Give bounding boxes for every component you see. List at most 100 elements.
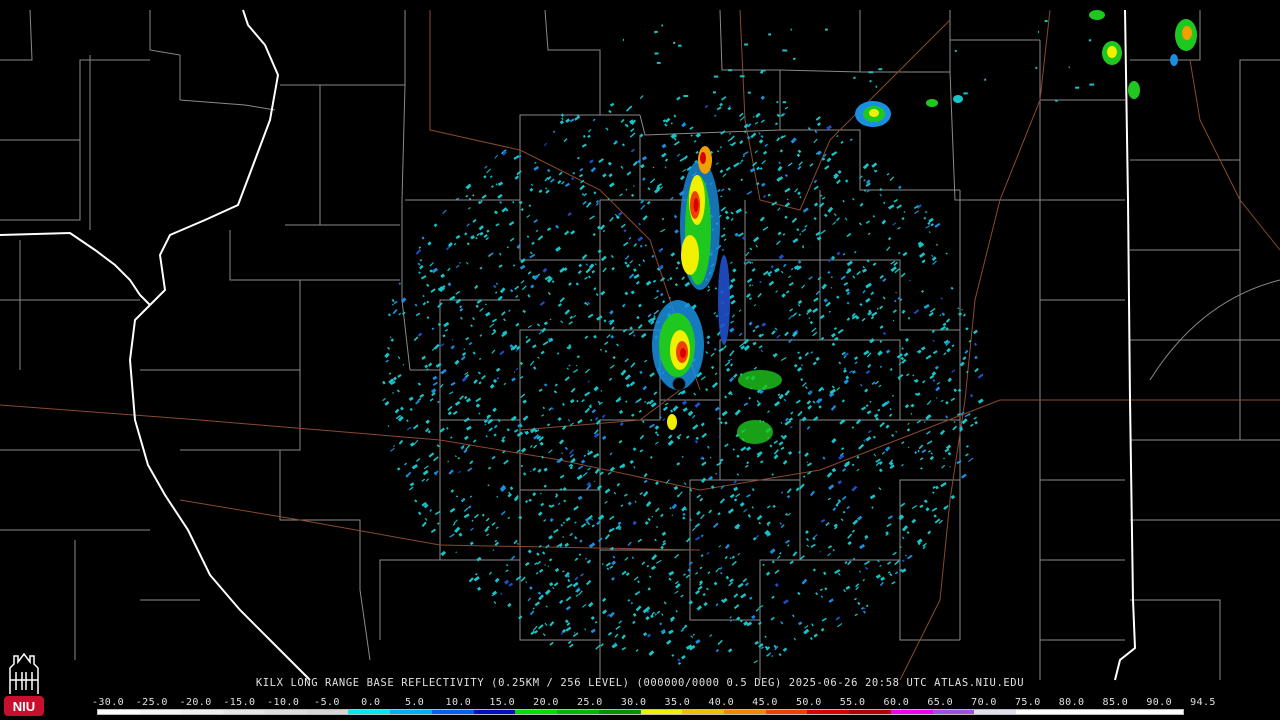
echo-pixel (547, 565, 550, 568)
echo-pixel (465, 336, 470, 341)
echo-pixel (872, 262, 877, 267)
echo-pixel (770, 616, 775, 621)
echo-pixel (561, 181, 565, 185)
echo-pixel (520, 258, 526, 264)
echo-pixel (609, 452, 613, 456)
echo-pixel (475, 304, 479, 308)
echo-pixel (656, 61, 661, 64)
echo-pixel (638, 263, 641, 267)
echo-pixel (530, 284, 535, 289)
echo-pixel (723, 345, 727, 349)
echo-pixel (935, 485, 939, 490)
scale-tick-label: 5.0 (404, 697, 425, 708)
echo-pixel (700, 376, 706, 381)
echo-pixel (654, 613, 657, 616)
echo-pixel (415, 457, 421, 462)
echo-pixel (729, 350, 735, 356)
echo-pixel (569, 118, 575, 123)
scale-tick-label: 30.0 (620, 697, 647, 708)
echo-pixel (669, 276, 673, 281)
echo-pixel (727, 137, 733, 142)
echo-pixel (421, 478, 426, 482)
echo-pixel (581, 143, 587, 148)
echo-pixel (860, 606, 865, 610)
echo-pixel (581, 398, 585, 403)
echo-pixel (690, 635, 694, 639)
echo-pixel (806, 462, 812, 467)
echo-pixel (518, 515, 523, 520)
echo-pixel (463, 348, 466, 350)
echo-pixel (792, 238, 799, 244)
echo-pixel (931, 254, 934, 258)
echo-pixel (513, 539, 518, 545)
echo-pixel (569, 398, 575, 404)
echo-pixel (629, 326, 633, 330)
echo-pixel (940, 482, 947, 488)
echo-pixel (962, 313, 966, 317)
color-bar-segment (181, 710, 224, 714)
echo-pixel (656, 289, 660, 293)
echo-pixel (475, 236, 478, 240)
niu-logo-text: NIU (13, 699, 35, 714)
echo-pixel (585, 267, 591, 274)
echo-pixel (751, 284, 754, 287)
echo-pixel (588, 601, 594, 608)
echo-pixel (396, 389, 400, 393)
echo-pixel (939, 314, 942, 317)
echo-pixel (696, 494, 701, 499)
echo-pixel (573, 369, 579, 373)
echo-pixel (471, 519, 474, 522)
echo-pixel (615, 625, 621, 630)
echo-pixel (472, 439, 477, 443)
echo-pixel (925, 414, 932, 420)
echo-pixel (630, 128, 635, 133)
echo-pixel (923, 216, 927, 220)
echo-pixel (624, 493, 628, 497)
echo-pixel (613, 491, 617, 495)
echo-pixel (536, 323, 541, 327)
echo-pixel (674, 553, 680, 559)
echo-pixel (559, 599, 564, 605)
echo-pixel (869, 494, 876, 500)
echo-pixel (782, 459, 788, 465)
echo-pixel (427, 241, 432, 246)
echo-pixel (643, 359, 648, 363)
echo-pixel (512, 264, 516, 267)
echo-pixel (568, 282, 572, 287)
echo-pixel (828, 310, 831, 313)
echo-pixel (452, 410, 458, 415)
echo-pixel (539, 301, 546, 306)
echo-pixel (761, 69, 766, 72)
echo-pixel (763, 270, 769, 276)
echo-pixel (891, 394, 895, 397)
echo-pixel (408, 396, 414, 402)
echo-pixel (643, 479, 648, 484)
echo-pixel (865, 404, 869, 408)
echo-pixel (885, 446, 891, 452)
echo-pixel (974, 367, 979, 373)
echo-pixel (508, 221, 515, 226)
echo-pixel (846, 505, 850, 510)
echo-pixel (397, 374, 402, 378)
echo-pixel (559, 474, 565, 479)
echo-pixel (499, 200, 503, 204)
echo-pixel (415, 249, 422, 255)
echo-pixel (611, 326, 615, 330)
echo-pixel (674, 590, 679, 594)
map-caption: KILX LONG RANGE BASE REFLECTIVITY (0.25K… (255, 677, 1025, 689)
echo-pixel (475, 397, 482, 403)
echo-pixel (831, 467, 837, 473)
echo-pixel (457, 456, 461, 460)
echo-pixel (831, 438, 837, 444)
echo-pixel (625, 188, 628, 191)
echo-pixel (847, 533, 853, 539)
echo-pixel (513, 429, 519, 433)
echo-pixel (701, 477, 707, 483)
echo-pixel (515, 322, 520, 327)
echo-pixel (588, 128, 592, 133)
echo-pixel (856, 455, 860, 459)
echo-pixel (466, 425, 472, 431)
echo-pixel (633, 576, 639, 581)
echo-pixel (735, 493, 741, 498)
echo-pixel (584, 407, 591, 414)
